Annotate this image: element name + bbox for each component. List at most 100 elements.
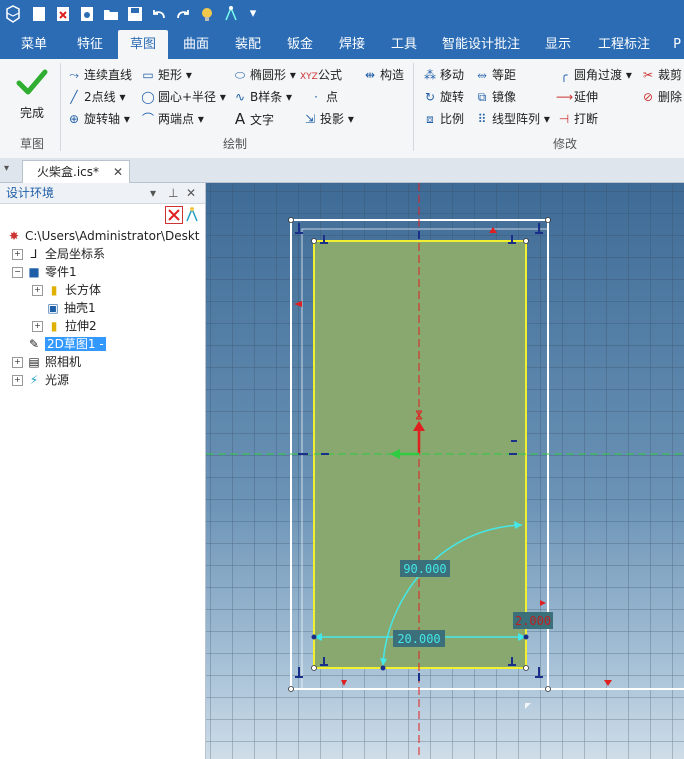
tab-display[interactable]: 显示 [536, 30, 580, 59]
scissors-icon: ✂ [642, 68, 654, 82]
tab-surface[interactable]: 曲面 [174, 30, 218, 59]
scene-icon: ✸ [8, 229, 20, 243]
dropdown-icon[interactable]: ▾ [244, 5, 262, 23]
tab-assembly[interactable]: 装配 [226, 30, 270, 59]
ribbon-panel: 完成 草图 ⤳ 连续直线 ▭ 矩形 ▾ ⬭ 椭圆形 ▾ XYZ公式 ⇹ 构造 ╱ 2点线 … [0, 59, 684, 159]
line-icon: ╱ [70, 90, 78, 104]
rectangle-icon: ▭ [142, 68, 154, 82]
tree-item-light[interactable]: + ⚡ 光源 [12, 371, 69, 389]
offset-button[interactable]: ⥈ 等距 [474, 65, 516, 85]
finish-label: 完成 [19, 106, 44, 120]
offset-icon: ⥈ [477, 68, 487, 82]
project-button[interactable]: ⇲ 投影 ▾ [302, 109, 354, 129]
lightbulb-icon[interactable] [198, 5, 216, 23]
text-button[interactable]: A 文字 [232, 109, 274, 129]
tree-item-global-coords[interactable]: + ⅃ 全局坐标系 [12, 245, 105, 263]
tree-item-root[interactable]: ✸ C:\Users\Administrator\Deskt [6, 227, 200, 245]
rotate-icon: ↻ [424, 90, 436, 104]
break-button[interactable]: ⊣ 打断 [556, 109, 598, 129]
close-icon[interactable]: ✕ [186, 183, 196, 203]
scale-button[interactable]: ⧈ 比例 [422, 109, 464, 129]
sketch-icon: ✎ [28, 337, 40, 351]
tree-item-extrude[interactable]: + ▮ 拉伸2 [32, 317, 97, 335]
rotate-button[interactable]: ↻ 旋转 [422, 87, 464, 107]
document-tab-label: 火柴盒.ics* [37, 165, 99, 179]
box-feature-icon: ▮ [50, 283, 58, 297]
fillet-icon: ╭ [560, 68, 568, 82]
light-icon: ⚡ [29, 373, 39, 387]
pin-icon[interactable]: ⊥ [168, 183, 178, 203]
app-logo-icon[interactable] [4, 5, 22, 23]
move-button[interactable]: ⁂ 移动 [422, 65, 464, 85]
formula-button[interactable]: XYZ公式 [300, 65, 342, 85]
ellipse-button[interactable]: ⬭ 椭圆形 ▾ [232, 65, 296, 85]
fillet-button[interactable]: ╭ 圆角过渡 ▾ [556, 65, 631, 85]
save-as-icon[interactable] [78, 5, 96, 23]
save-icon[interactable] [126, 5, 144, 23]
delete-button[interactable]: ⊘ 删除 [640, 87, 682, 107]
text-icon: A [234, 110, 246, 128]
break-icon: ⊣ [558, 112, 570, 126]
tab-sketch[interactable]: 草图 [118, 30, 168, 59]
expand-icon[interactable]: + [32, 321, 43, 332]
rectangle-button[interactable]: ▭ 矩形 ▾ [140, 65, 192, 85]
smart-icon[interactable] [222, 5, 240, 23]
design-canvas[interactable]: 90.000 20.000 2.000 [206, 183, 684, 759]
tree-item-box[interactable]: + ▮ 长方体 [32, 281, 101, 299]
part-icon: ■ [28, 265, 40, 279]
tab-smart-design-annotation[interactable]: 智能设计批注 [438, 30, 524, 59]
tab-list-icon[interactable]: ▾ [4, 163, 16, 175]
expand-icon[interactable]: + [12, 249, 23, 260]
tree-item-part[interactable]: − ■ 零件1 [12, 263, 77, 281]
tab-sheet-metal[interactable]: 钣金 [278, 30, 322, 59]
open-file-icon[interactable] [102, 5, 120, 23]
clear-filter-icon[interactable] [165, 206, 183, 224]
design-environment-panel: 设计环境 ▾ ⊥ ✕ ✸ C:\Users\Administrator\Deskt… [0, 183, 206, 759]
dimension-point [311, 634, 317, 640]
polyline-button[interactable]: ⤳ 连续直线 [66, 65, 132, 85]
tab-overflow[interactable]: P [670, 30, 684, 59]
tree-item-sketch[interactable]: ✎ 2D草图1 - [26, 335, 106, 353]
undo-icon[interactable] [150, 5, 168, 23]
close-file-icon[interactable] [54, 5, 72, 23]
center-radius-button[interactable]: ◯ 圆心+半径 ▾ [140, 87, 226, 107]
linear-array-button[interactable]: ⠿ 线型阵列 ▾ [474, 109, 550, 129]
point-button[interactable]: · 点 [308, 87, 338, 107]
smart-filter-icon[interactable] [184, 206, 200, 222]
tab-feature[interactable]: 特征 [68, 30, 112, 59]
ellipse-icon: ⬭ [234, 68, 246, 82]
redo-icon[interactable] [174, 5, 192, 23]
dimension-point [523, 634, 529, 640]
rotate-axis-button[interactable]: ⊕ 旋转轴 ▾ [66, 109, 130, 129]
tree-item-shell[interactable]: ▣ 抽壳1 [32, 299, 95, 317]
tab-engineering-annotation[interactable]: 工程标注 [592, 30, 656, 59]
finish-button[interactable]: 完成 [10, 67, 54, 127]
tab-welding[interactable]: 焊接 [330, 30, 374, 59]
group-separator [413, 63, 414, 151]
point-icon: · [314, 90, 318, 104]
expand-icon[interactable]: + [12, 357, 23, 368]
panel-menu-icon[interactable]: ▾ [150, 183, 156, 203]
panel-header: 设计环境 ▾ ⊥ ✕ [0, 183, 205, 204]
tab-menu[interactable]: 菜单 [12, 30, 56, 59]
two-point-line-button[interactable]: ╱ 2点线 ▾ [66, 87, 125, 107]
spline-icon: ∿ [234, 90, 246, 104]
two-endpoint-arc-button[interactable]: ⌒ 两端点 ▾ [140, 109, 204, 129]
extend-button[interactable]: ⟶延伸 [556, 87, 598, 107]
tab-tools[interactable]: 工具 [382, 30, 426, 59]
rotate-axis-icon: ⊕ [68, 112, 80, 126]
expand-icon[interactable]: + [32, 285, 43, 296]
checkmark-icon [16, 69, 48, 95]
expand-icon[interactable]: + [12, 375, 23, 386]
new-file-icon[interactable] [30, 5, 48, 23]
quick-access-toolbar: ▾ [0, 0, 684, 30]
mirror-button[interactable]: ⧉ 镜像 [474, 87, 516, 107]
trim-button[interactable]: ✂ 裁剪 [640, 65, 682, 85]
collapse-icon[interactable]: − [12, 267, 23, 278]
sketch-viewport[interactable]: 90.000 20.000 2.000 [206, 183, 684, 759]
tree-item-camera[interactable]: + ▤ 照相机 [12, 353, 81, 371]
bspline-button[interactable]: ∿ B样条 ▾ [232, 87, 292, 107]
document-tab[interactable]: 火柴盒.ics* ✕ [22, 160, 130, 183]
construct-button[interactable]: ⇹ 构造 [362, 65, 404, 85]
close-icon[interactable]: ✕ [113, 161, 123, 183]
